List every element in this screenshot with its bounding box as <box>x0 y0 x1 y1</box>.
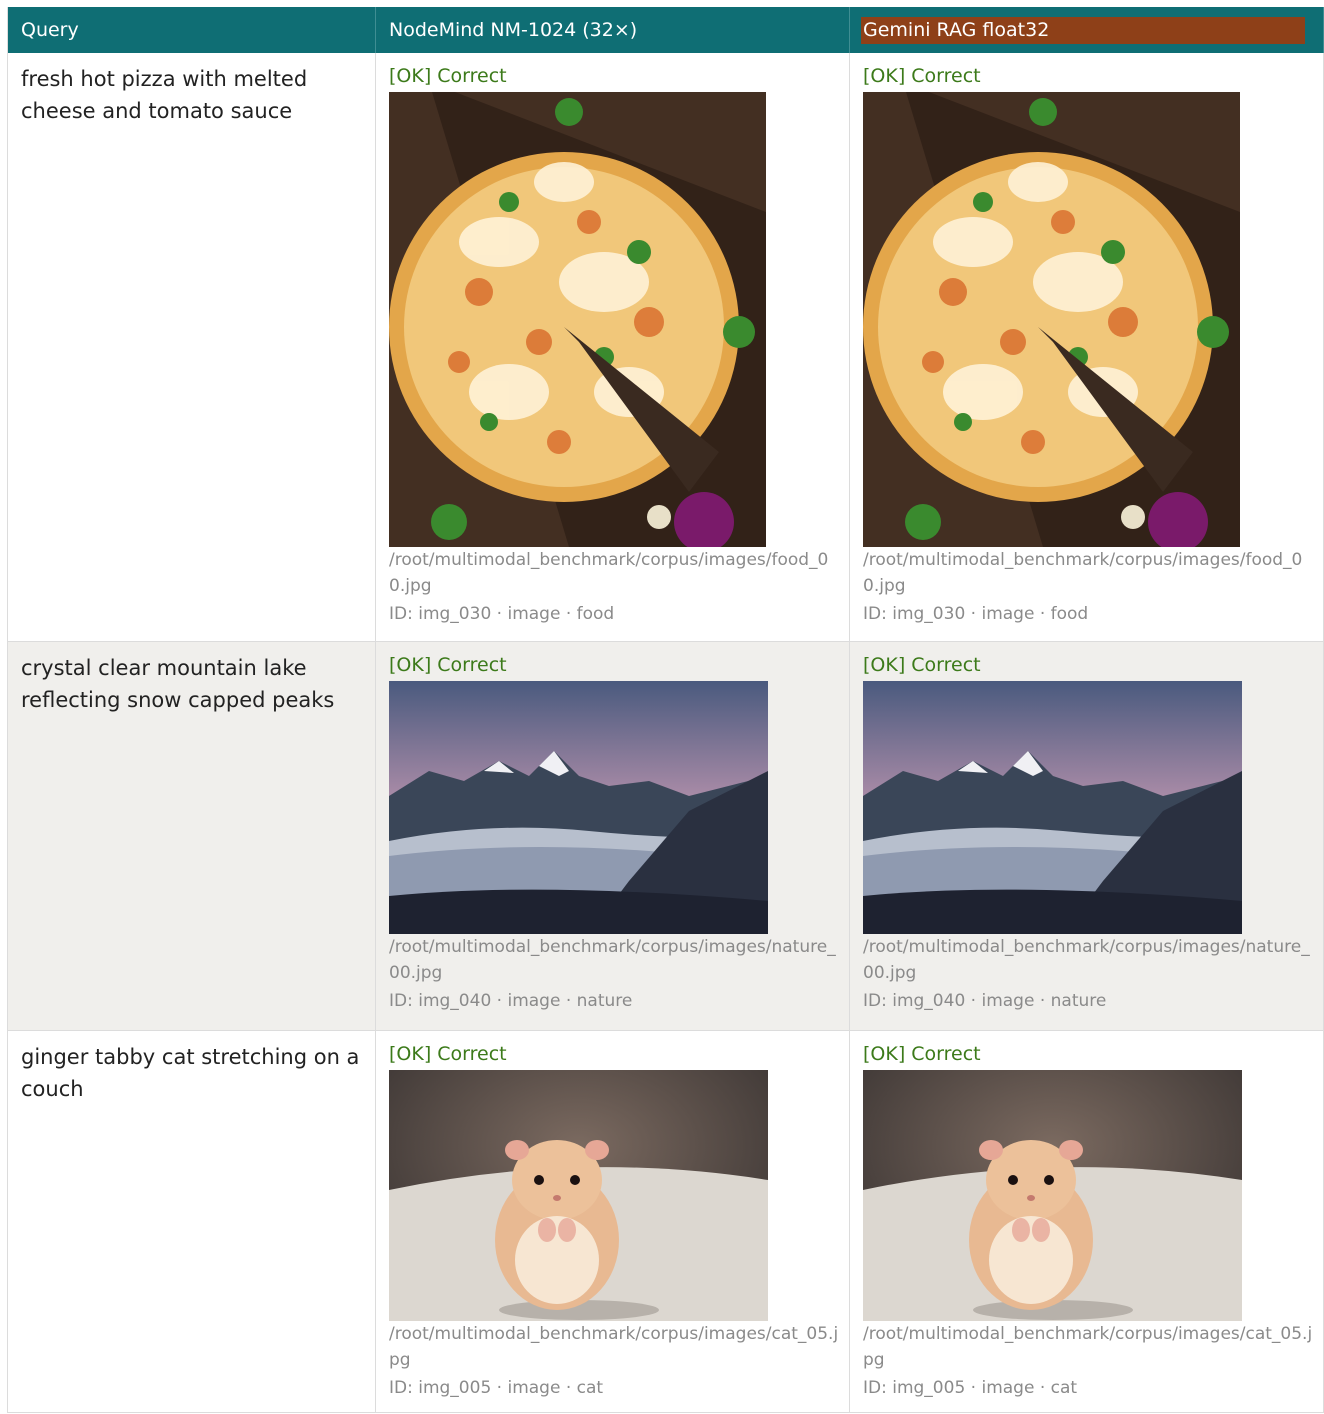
result-meta: ID: img_030 · image · food <box>389 604 615 624</box>
status-ok: [OK] Correct <box>389 654 507 676</box>
result-path: /root/multimodal_benchmark/corpus/images… <box>863 937 1310 983</box>
query-text: fresh hot pizza with melted cheese and t… <box>21 67 308 123</box>
result-meta: ID: img_030 · image · food <box>863 604 1089 624</box>
result-meta: ID: img_005 · image · cat <box>863 1378 1078 1398</box>
result-image-pizza[interactable] <box>863 92 1240 547</box>
result-image-hamster[interactable] <box>389 1070 768 1321</box>
result-image-mountain[interactable] <box>389 681 768 934</box>
result-cell-model-a: [OK] Correct /root/multimodal_benchmark/… <box>376 1031 850 1413</box>
header-model-b: Gemini RAG float32 <box>850 7 1324 53</box>
result-meta: ID: img_040 · image · nature <box>863 991 1107 1011</box>
table-row: crystal clear mountain lake reflecting s… <box>8 642 1324 1031</box>
result-cell-model-b: [OK] Correct /root/multimodal_benchmark/… <box>850 53 1324 642</box>
result-path: /root/multimodal_benchmark/corpus/images… <box>389 1324 839 1370</box>
query-text: ginger tabby cat stretching on a couch <box>21 1045 360 1101</box>
header-model-a: NodeMind NM-1024 (32×) <box>376 7 850 53</box>
result-meta: ID: img_005 · image · cat <box>389 1378 604 1398</box>
result-image-hamster[interactable] <box>863 1070 1242 1321</box>
status-ok: [OK] Correct <box>863 654 981 676</box>
table-row: fresh hot pizza with melted cheese and t… <box>8 53 1324 642</box>
result-image-mountain[interactable] <box>863 681 1242 934</box>
result-cell-model-b: [OK] Correct /root/multimodal_benchmark/… <box>850 642 1324 1031</box>
status-ok: [OK] Correct <box>863 1043 981 1065</box>
header-model-b-highlighted: Gemini RAG float32 <box>861 16 1305 44</box>
result-path: /root/multimodal_benchmark/corpus/images… <box>863 1324 1313 1370</box>
result-path: /root/multimodal_benchmark/corpus/images… <box>389 550 829 596</box>
result-cell-model-a: [OK] Correct /root/multimodal_benchmark/… <box>376 53 850 642</box>
query-cell: ginger tabby cat stretching on a couch <box>8 1031 376 1413</box>
result-cell-model-b: [OK] Correct /root/multimodal_benchmark/… <box>850 1031 1324 1413</box>
status-ok: [OK] Correct <box>389 1043 507 1065</box>
result-path: /root/multimodal_benchmark/corpus/images… <box>389 937 836 983</box>
result-meta: ID: img_040 · image · nature <box>389 991 633 1011</box>
query-cell: fresh hot pizza with melted cheese and t… <box>8 53 376 642</box>
table-header-row: Query NodeMind NM-1024 (32×) Gemini RAG … <box>8 7 1324 53</box>
status-ok: [OK] Correct <box>389 65 507 87</box>
result-cell-model-a: [OK] Correct /root/multimodal_benchmark/… <box>376 642 850 1031</box>
table-row: ginger tabby cat stretching on a couch [… <box>8 1031 1324 1413</box>
status-ok: [OK] Correct <box>863 65 981 87</box>
query-cell: crystal clear mountain lake reflecting s… <box>8 642 376 1031</box>
result-path: /root/multimodal_benchmark/corpus/images… <box>863 550 1303 596</box>
result-image-pizza[interactable] <box>389 92 766 547</box>
comparison-table: Query NodeMind NM-1024 (32×) Gemini RAG … <box>7 7 1324 1413</box>
query-text: crystal clear mountain lake reflecting s… <box>21 656 335 712</box>
header-query: Query <box>8 7 376 53</box>
